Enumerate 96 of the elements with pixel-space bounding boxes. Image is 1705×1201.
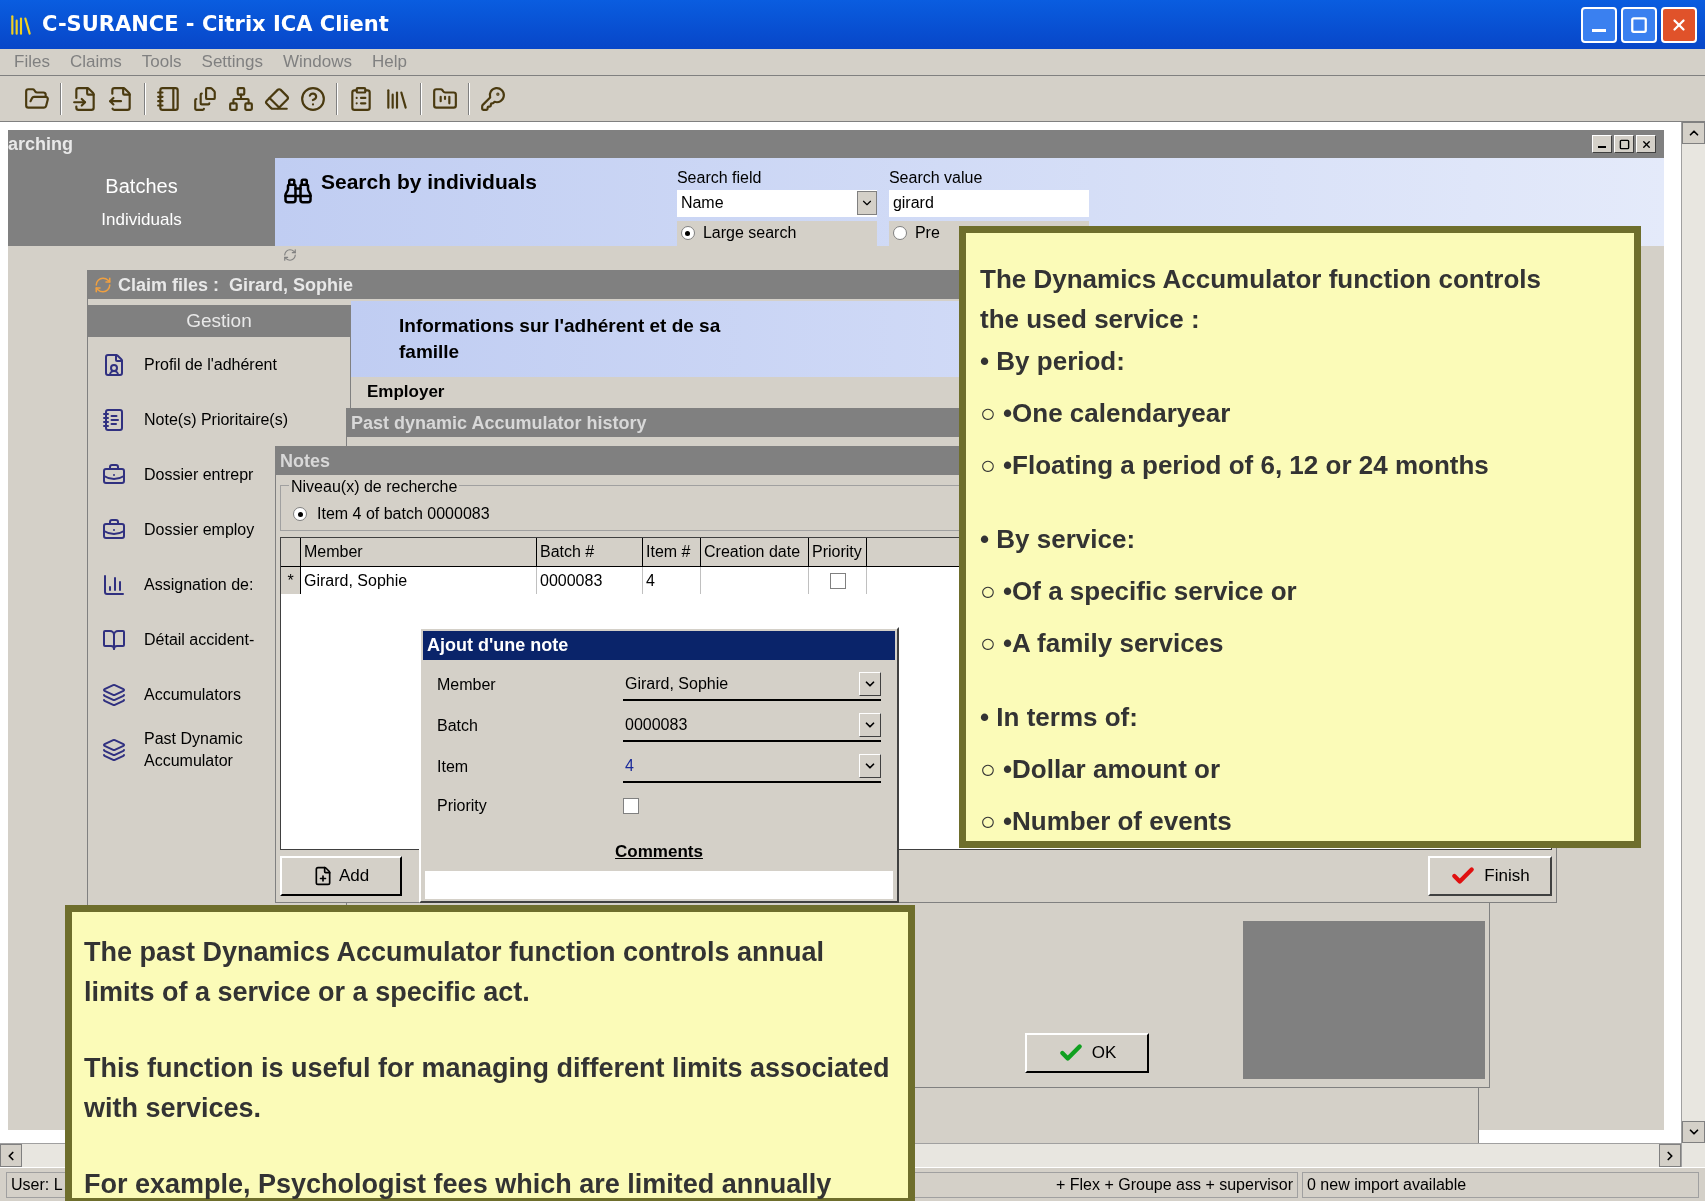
field-label: Priority xyxy=(437,796,488,816)
callout-text: The past Dynamics Accumulator function controls annual limits of a service or a specific act. xyxy=(84,936,826,1009)
dialog-title: Ajout d'une note xyxy=(427,634,569,657)
window-title: arching xyxy=(8,132,73,156)
vertical-scrollbar[interactable] xyxy=(1681,122,1705,1167)
layers-icon xyxy=(102,682,126,707)
folder-chart-icon[interactable] xyxy=(432,85,458,112)
header-text: Informations sur l'adhérent et de sa famille xyxy=(399,314,722,364)
radio-label: Large search xyxy=(702,223,797,244)
dropdown-field[interactable]: 0000083 xyxy=(623,709,881,742)
sidebar-item[interactable]: Dossier entrepr xyxy=(88,447,272,502)
table-cell: Girard, Sophie xyxy=(301,567,537,594)
field-label: Search value xyxy=(888,168,984,188)
export-file-icon[interactable] xyxy=(108,85,134,112)
binoculars-icon xyxy=(283,176,313,206)
maximize-icon xyxy=(1618,138,1630,150)
clipboard-icon[interactable] xyxy=(348,85,374,112)
help-icon[interactable] xyxy=(300,85,326,112)
callout-bullet: • By service: xyxy=(980,523,1137,556)
network-icon[interactable] xyxy=(228,85,254,112)
column-header[interactable]: Member xyxy=(301,538,537,566)
sidebar-item[interactable]: Note(s) Prioritaire(s) xyxy=(88,392,350,447)
sidebar-title: Gestion xyxy=(88,305,350,337)
radio-button[interactable] xyxy=(293,507,307,521)
sidebar-item[interactable]: Individuals xyxy=(101,207,182,233)
column-header[interactable]: Priority xyxy=(809,538,867,566)
callout-bullet: • By period: xyxy=(980,345,1126,378)
radio-button[interactable] xyxy=(892,226,907,241)
sidebar-item[interactable]: Batches xyxy=(105,171,178,202)
finish-button[interactable]: Finish xyxy=(1428,856,1552,896)
search-value-field[interactable]: girard xyxy=(888,190,1089,217)
field-label: Member xyxy=(437,674,497,695)
sidebar-item[interactable]: Dossier employ xyxy=(88,502,272,557)
callout-sub-bullet: ○ •Dollar amount or xyxy=(980,753,1222,786)
minimize-button[interactable] xyxy=(1592,135,1612,153)
column-header[interactable]: Creation date xyxy=(701,538,809,566)
radio-label: Pre xyxy=(914,223,940,244)
layers-icon xyxy=(102,737,126,762)
chart-icon xyxy=(102,572,126,597)
briefcase-icon xyxy=(102,517,126,542)
row-marker: * xyxy=(281,567,301,594)
minimize-icon xyxy=(1592,29,1606,32)
file-stack-icon[interactable] xyxy=(192,85,218,112)
callout-sub-bullet: ○ •A family services xyxy=(980,627,1225,660)
search-field-select[interactable]: Name xyxy=(676,190,877,217)
sidebar-item[interactable]: Détail accident- xyxy=(88,612,272,667)
callout-text: This function is useful for managing different limits associated with services. xyxy=(84,1052,891,1125)
maximize-icon xyxy=(1630,15,1648,34)
callout-sub-bullet: ○ •Floating a period of 6, 12 or 24 months xyxy=(980,449,1490,482)
profile-icon xyxy=(102,352,126,377)
panel-heading: Search by individuals xyxy=(321,169,537,195)
checkbox[interactable] xyxy=(829,572,846,589)
window-title: Notes xyxy=(280,449,330,473)
app-logo-icon xyxy=(94,276,112,294)
dropdown-field[interactable]: Girard, Sophie xyxy=(623,668,881,701)
comments-field[interactable] xyxy=(425,870,893,899)
window-title: Claim files : Girard, Sophie xyxy=(118,273,354,297)
callout-sub-bullet: ○ •Number of events xyxy=(980,805,1233,838)
callout-bullet: • In terms of: xyxy=(980,701,1139,734)
notepad-icon xyxy=(102,407,126,432)
field-label: Batch xyxy=(437,715,479,736)
close-icon xyxy=(1640,138,1652,150)
notebook-icon[interactable] xyxy=(156,85,182,112)
callout-text: The Dynamics Accumulator function controls the used service : xyxy=(980,263,1542,336)
book-icon xyxy=(102,627,126,652)
folder-open-icon[interactable] xyxy=(24,85,50,112)
ok-button[interactable]: OK xyxy=(1025,1033,1149,1073)
sidebar-item[interactable]: Assignation de: xyxy=(88,557,272,612)
radio-label: Item 4 of batch 0000083 xyxy=(317,504,490,524)
eraser-icon[interactable] xyxy=(264,85,290,112)
sidebar-item[interactable]: Profil de l'adhérent xyxy=(88,337,350,392)
add-button[interactable]: Add xyxy=(280,856,402,896)
column-header[interactable]: Item # xyxy=(643,538,701,566)
column-header[interactable]: Batch # xyxy=(537,538,643,566)
import-file-icon[interactable] xyxy=(72,85,98,112)
window-title: C-SURANCE - Citrix ICA Client xyxy=(42,10,389,38)
table-cell: 0000083 xyxy=(537,567,643,594)
callout-sub-bullet: ○ •One calendaryear xyxy=(980,397,1232,430)
briefcase-icon xyxy=(102,462,126,487)
close-button[interactable] xyxy=(1636,135,1656,153)
checkbox[interactable] xyxy=(623,798,639,814)
group-label: Employer xyxy=(367,381,446,403)
field-label: Item xyxy=(437,756,470,777)
minimize-icon xyxy=(1598,146,1606,148)
field-label: Search field xyxy=(676,168,763,188)
window-title: Past dynamic Accumulator history xyxy=(351,411,647,435)
maximize-button[interactable] xyxy=(1614,135,1634,153)
comments-label: Comments xyxy=(615,841,703,863)
key-icon[interactable] xyxy=(480,85,506,112)
callout-sub-bullet: ○ •Of a specific service or xyxy=(980,575,1298,608)
dropdown-field[interactable]: 4 xyxy=(623,750,881,783)
sidebar-item[interactable]: Past Dynamic Accumulator xyxy=(88,722,272,777)
radio-button[interactable] xyxy=(680,226,695,241)
sidebar-item[interactable]: Accumulators xyxy=(88,667,272,722)
table-cell: 4 xyxy=(643,567,701,594)
status-text: 0 new import available xyxy=(1302,1171,1699,1198)
